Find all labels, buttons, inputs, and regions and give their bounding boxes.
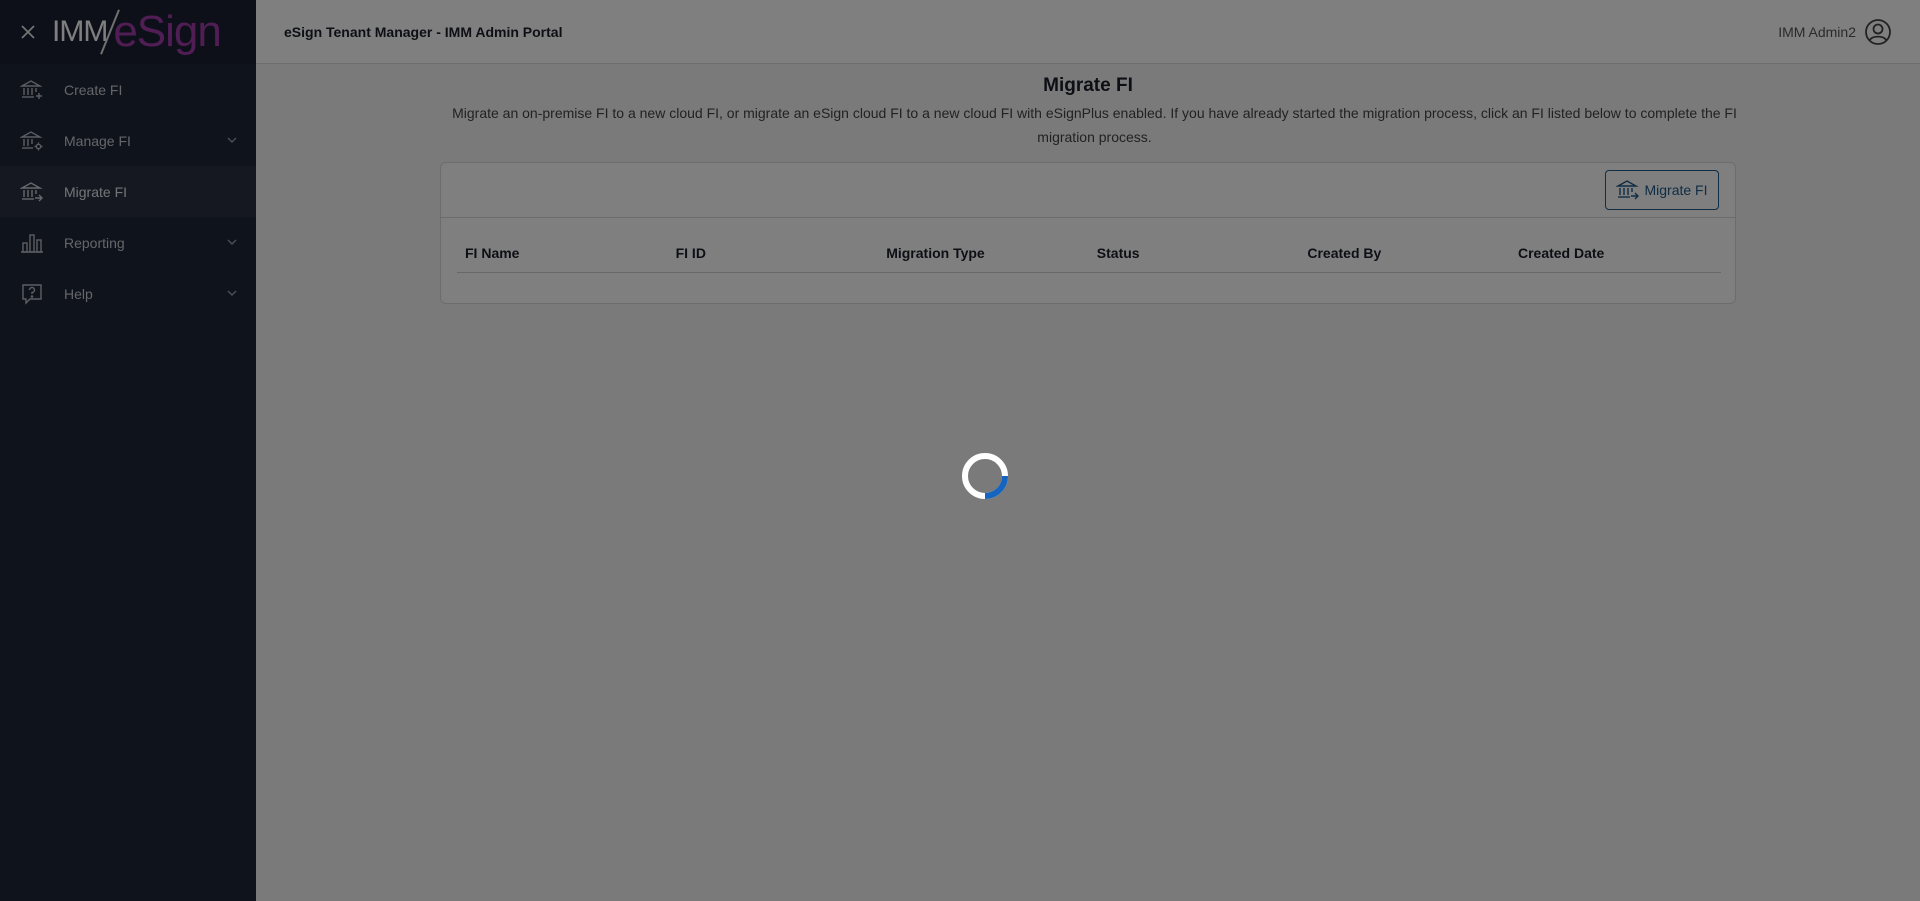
loading-overlay	[0, 0, 1920, 901]
loading-spinner-icon	[962, 453, 1008, 499]
